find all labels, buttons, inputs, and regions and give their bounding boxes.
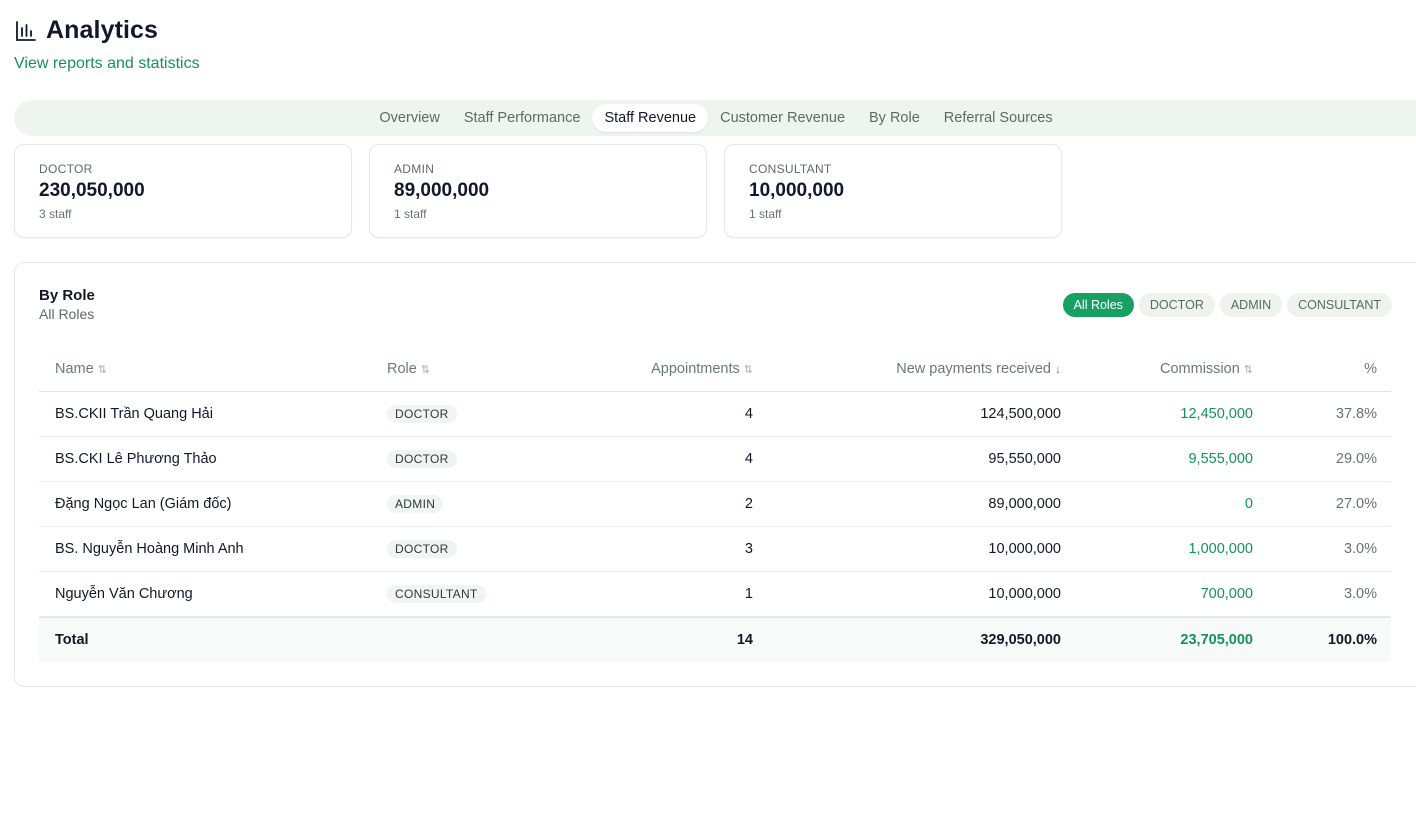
- table-row: BS.CKII Trần Quang Hải DOCTOR 4 124,500,…: [39, 392, 1391, 437]
- sort-icon: ⇅: [97, 364, 107, 376]
- page-header: Analytics View reports and statistics: [14, 16, 200, 73]
- payments-cell: 10,000,000: [988, 586, 1061, 602]
- sort-icon: ⇅: [420, 364, 431, 376]
- table-row: Nguyễn Văn Chương CONSULTANT 1 10,000,00…: [39, 572, 1391, 617]
- column-header-label: Name: [55, 361, 94, 377]
- staff-revenue-table: Name ⇅ Role ⇅ Appointments ⇅ New payments r…: [39, 347, 1391, 662]
- role-cell: CONSULTANT: [370, 585, 570, 603]
- column-header-commission[interactable]: Commission ⇅: [1061, 361, 1253, 377]
- card-staff-count: 1 staff: [749, 207, 782, 221]
- tab-customer-revenue[interactable]: Customer Revenue: [708, 104, 857, 132]
- payments-cell: 10,000,000: [988, 541, 1061, 557]
- appointments-cell: 4: [744, 451, 753, 467]
- role-filter-chips: All Roles DOCTOR ADMIN CONSULTANT: [1062, 293, 1392, 317]
- total-commission: 23,705,000: [1180, 632, 1253, 648]
- commission-cell: 1,000,000: [1188, 541, 1253, 557]
- card-admin: ADMIN 89,000,000 1 staff: [369, 144, 707, 238]
- analytics-page: Analytics View reports and statistics Ov…: [0, 0, 1416, 819]
- panel-header: By Role All Roles: [39, 287, 95, 322]
- panel-subtitle: All Roles: [39, 306, 95, 322]
- table-row: BS.CKI Lê Phương Thảo DOCTOR 4 95,550,00…: [39, 437, 1391, 482]
- column-header-name[interactable]: Name ⇅: [39, 361, 370, 377]
- commission-cell: 9,555,000: [1188, 451, 1253, 467]
- column-header-label: Role: [387, 361, 417, 377]
- table-row: Đặng Ngọc Lan (Giám đốc) ADMIN 2 89,000,…: [39, 482, 1391, 527]
- payments-cell: 89,000,000: [988, 496, 1061, 512]
- filter-admin[interactable]: ADMIN: [1219, 293, 1283, 317]
- role-cell: DOCTOR: [370, 405, 570, 423]
- column-header-appointments[interactable]: Appointments ⇅: [570, 361, 753, 377]
- column-header-role[interactable]: Role ⇅: [370, 361, 570, 377]
- staff-name: Nguyễn Văn Chương: [55, 586, 193, 602]
- total-percent: 100.0%: [1327, 632, 1377, 648]
- role-badge: ADMIN: [387, 495, 444, 513]
- bar-chart-icon: [14, 19, 38, 43]
- role-badge: DOCTOR: [387, 450, 457, 468]
- filter-all-roles[interactable]: All Roles: [1062, 293, 1134, 317]
- card-staff-count: 3 staff: [39, 207, 72, 221]
- tab-staff-revenue[interactable]: Staff Revenue: [592, 104, 709, 132]
- total-appointments: 14: [736, 632, 753, 648]
- staff-name: Đặng Ngọc Lan (Giám đốc): [55, 496, 232, 512]
- column-header-payments[interactable]: New payments received ↓: [753, 361, 1061, 377]
- card-label: CONSULTANT: [749, 162, 832, 176]
- card-value: 230,050,000: [39, 180, 145, 201]
- card-doctor: DOCTOR 230,050,000 3 staff: [14, 144, 352, 238]
- appointments-cell: 1: [744, 586, 753, 602]
- table-header-row: Name ⇅ Role ⇅ Appointments ⇅ New payments r…: [39, 347, 1391, 392]
- column-header-label: Commission: [1160, 361, 1240, 377]
- staff-name: BS.CKI Lê Phương Thảo: [55, 451, 217, 467]
- appointments-cell: 3: [744, 541, 753, 557]
- staff-name: BS.CKII Trần Quang Hải: [55, 406, 213, 422]
- filter-consultant[interactable]: CONSULTANT: [1287, 293, 1392, 317]
- card-label: DOCTOR: [39, 162, 93, 176]
- appointments-cell: 2: [744, 496, 753, 512]
- staff-name: BS. Nguyễn Hoàng Minh Anh: [55, 541, 244, 557]
- tab-referral-sources[interactable]: Referral Sources: [932, 104, 1065, 132]
- percent-cell: 3.0%: [1343, 586, 1377, 602]
- appointments-cell: 4: [744, 406, 753, 422]
- table-total-row: Total 14 329,050,000 23,705,000 100.0%: [39, 617, 1391, 662]
- total-payments: 329,050,000: [980, 632, 1061, 648]
- payments-cell: 95,550,000: [988, 451, 1061, 467]
- role-badge: DOCTOR: [387, 405, 457, 423]
- card-label: ADMIN: [394, 162, 435, 176]
- role-summary-cards: DOCTOR 230,050,000 3 staff ADMIN 89,000,…: [14, 144, 1062, 238]
- table-row: BS. Nguyễn Hoàng Minh Anh DOCTOR 3 10,00…: [39, 527, 1391, 572]
- commission-cell: 700,000: [1200, 586, 1253, 602]
- percent-cell: 37.8%: [1335, 406, 1377, 422]
- filter-doctor[interactable]: DOCTOR: [1138, 293, 1215, 317]
- role-cell: DOCTOR: [370, 540, 570, 558]
- commission-cell: 12,450,000: [1180, 406, 1253, 422]
- panel-title: By Role: [39, 287, 95, 304]
- card-consultant: CONSULTANT 10,000,000 1 staff: [724, 144, 1062, 238]
- role-cell: DOCTOR: [370, 450, 570, 468]
- page-subtitle: View reports and statistics: [14, 55, 200, 72]
- sort-icon: ⇅: [743, 364, 753, 376]
- report-tabs: Overview Staff Performance Staff Revenue…: [14, 100, 1416, 136]
- tab-by-role[interactable]: By Role: [857, 104, 932, 132]
- role-badge: CONSULTANT: [387, 585, 486, 603]
- column-header-label: Appointments: [651, 361, 740, 377]
- card-value: 10,000,000: [749, 180, 845, 201]
- by-role-panel: By Role All Roles All Roles DOCTOR ADMIN…: [14, 262, 1416, 687]
- tab-staff-performance[interactable]: Staff Performance: [452, 104, 593, 132]
- card-staff-count: 1 staff: [394, 207, 427, 221]
- total-label: Total: [55, 632, 89, 648]
- page-title: Analytics: [46, 16, 159, 44]
- card-value: 89,000,000: [394, 180, 490, 201]
- percent-cell: 27.0%: [1335, 496, 1377, 512]
- sort-icon: ⇅: [1243, 364, 1253, 376]
- commission-cell: 0: [1244, 496, 1253, 512]
- column-header-percent: %: [1364, 361, 1377, 377]
- tab-overview[interactable]: Overview: [367, 104, 451, 132]
- percent-cell: 29.0%: [1335, 451, 1377, 467]
- percent-cell: 3.0%: [1343, 541, 1377, 557]
- title-row: Analytics: [14, 16, 200, 45]
- column-header-label: New payments received: [896, 361, 1051, 377]
- payments-cell: 124,500,000: [980, 406, 1061, 422]
- role-cell: ADMIN: [370, 495, 570, 513]
- role-badge: DOCTOR: [387, 540, 457, 558]
